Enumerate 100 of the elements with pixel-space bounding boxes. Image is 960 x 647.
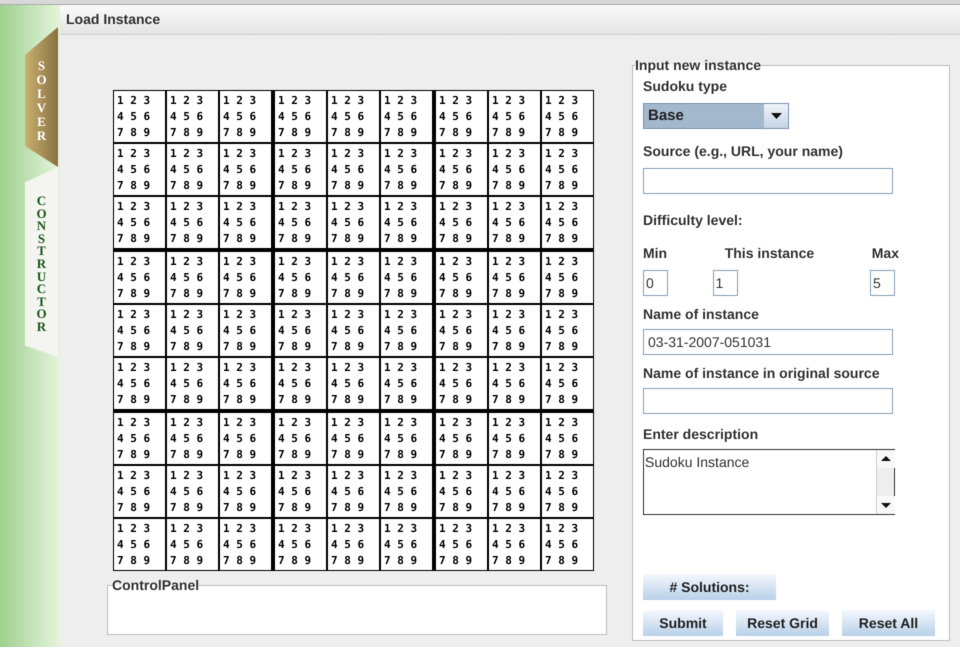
sudoku-cell[interactable]: 1 2 3 4 5 6 7 8 9 [328, 358, 379, 409]
sudoku-cell[interactable]: 1 2 3 4 5 6 7 8 9 [220, 197, 271, 248]
sudoku-cell[interactable]: 1 2 3 4 5 6 7 8 9 [542, 305, 593, 356]
sudoku-cell[interactable]: 1 2 3 4 5 6 7 8 9 [381, 413, 432, 464]
sudoku-cell[interactable]: 1 2 3 4 5 6 7 8 9 [167, 252, 218, 303]
this-instance-field[interactable]: 1 [712, 270, 738, 296]
sudoku-cell[interactable]: 1 2 3 4 5 6 7 8 9 [167, 413, 218, 464]
sudoku-cell[interactable]: 1 2 3 4 5 6 7 8 9 [489, 358, 540, 409]
field-label: Name of instance in original source [643, 364, 881, 383]
sudoku-cell[interactable]: 1 2 3 4 5 6 7 8 9 [114, 305, 165, 356]
caret-icon [770, 113, 782, 119]
sudoku-cell[interactable]: 1 2 3 4 5 6 7 8 9 [436, 466, 487, 517]
side-tab[interactable]: CONSTRUCTOR [25, 167, 58, 357]
sudoku-cell[interactable]: 1 2 3 4 5 6 7 8 9 [436, 358, 487, 409]
sudoku-cell[interactable]: 1 2 3 4 5 6 7 8 9 [489, 91, 540, 142]
sudoku-cell[interactable]: 1 2 3 4 5 6 7 8 9 [275, 358, 326, 409]
sudoku-cell[interactable]: 1 2 3 4 5 6 7 8 9 [114, 91, 165, 142]
scrollbar[interactable] [876, 450, 894, 514]
sudoku-cell[interactable]: 1 2 3 4 5 6 7 8 9 [275, 413, 326, 464]
sudoku-cell[interactable]: 1 2 3 4 5 6 7 8 9 [167, 519, 218, 570]
sudoku-cell[interactable]: 1 2 3 4 5 6 7 8 9 [381, 91, 432, 142]
sudoku-cell[interactable]: 1 2 3 4 5 6 7 8 9 [328, 252, 379, 303]
sudoku-cell[interactable]: 1 2 3 4 5 6 7 8 9 [381, 519, 432, 570]
sudoku-cell[interactable]: 1 2 3 4 5 6 7 8 9 [489, 305, 540, 356]
sudoku-cell[interactable]: 1 2 3 4 5 6 7 8 9 [275, 197, 326, 248]
min-field[interactable]: 0 [643, 270, 668, 296]
sudoku-cell[interactable]: 1 2 3 4 5 6 7 8 9 [542, 358, 593, 409]
sudoku-cell[interactable]: 1 2 3 4 5 6 7 8 9 [167, 197, 218, 248]
sudoku-cell[interactable]: 1 2 3 4 5 6 7 8 9 [220, 305, 271, 356]
description-field[interactable]: Sudoku Instance [643, 449, 895, 515]
original-name-field[interactable] [643, 388, 893, 414]
sudoku-cell[interactable]: 1 2 3 4 5 6 7 8 9 [114, 358, 165, 409]
sudoku-cell[interactable]: 1 2 3 4 5 6 7 8 9 [436, 519, 487, 570]
sudoku-cell[interactable]: 1 2 3 4 5 6 7 8 9 [220, 358, 271, 409]
sudoku-cell[interactable]: 1 2 3 4 5 6 7 8 9 [220, 91, 271, 142]
sudoku-cell[interactable]: 1 2 3 4 5 6 7 8 9 [381, 144, 432, 195]
sudoku-cell[interactable]: 1 2 3 4 5 6 7 8 9 [114, 144, 165, 195]
sudoku-cell[interactable]: 1 2 3 4 5 6 7 8 9 [542, 519, 593, 570]
sudoku-cell[interactable]: 1 2 3 4 5 6 7 8 9 [436, 413, 487, 464]
sudoku-cell[interactable]: 1 2 3 4 5 6 7 8 9 [114, 413, 165, 464]
sudoku-cell[interactable]: 1 2 3 4 5 6 7 8 9 [114, 466, 165, 517]
sudoku-cell[interactable]: 1 2 3 4 5 6 7 8 9 [542, 91, 593, 142]
solutions-button[interactable]: # Solutions: [643, 574, 776, 600]
sudoku-cell[interactable]: 1 2 3 4 5 6 7 8 9 [542, 413, 593, 464]
sudoku-cell[interactable]: 1 2 3 4 5 6 7 8 9 [489, 197, 540, 248]
sudoku-cell[interactable]: 1 2 3 4 5 6 7 8 9 [489, 519, 540, 570]
sudoku-cell[interactable]: 1 2 3 4 5 6 7 8 9 [275, 144, 326, 195]
sudoku-cell[interactable]: 1 2 3 4 5 6 7 8 9 [167, 144, 218, 195]
field-label: Source (e.g., URL, your name) [643, 142, 844, 161]
sudoku-cell[interactable]: 1 2 3 4 5 6 7 8 9 [220, 466, 271, 517]
sudoku-cell[interactable]: 1 2 3 4 5 6 7 8 9 [381, 305, 432, 356]
sudoku-cell[interactable]: 1 2 3 4 5 6 7 8 9 [489, 466, 540, 517]
sudoku-cell[interactable]: 1 2 3 4 5 6 7 8 9 [381, 252, 432, 303]
header-title: Load Instance [66, 10, 160, 29]
sudoku-cell[interactable]: 1 2 3 4 5 6 7 8 9 [167, 91, 218, 142]
sudoku-cell[interactable]: 1 2 3 4 5 6 7 8 9 [328, 466, 379, 517]
action-button[interactable]: Reset Grid [736, 610, 829, 636]
sudoku-cell[interactable]: 1 2 3 4 5 6 7 8 9 [381, 466, 432, 517]
sudoku-cell[interactable]: 1 2 3 4 5 6 7 8 9 [436, 305, 487, 356]
sudoku-cell[interactable]: 1 2 3 4 5 6 7 8 9 [275, 305, 326, 356]
sudoku-cell[interactable]: 1 2 3 4 5 6 7 8 9 [489, 144, 540, 195]
source-field[interactable] [643, 168, 893, 194]
sudoku-cell[interactable]: 1 2 3 4 5 6 7 8 9 [328, 519, 379, 570]
sudoku-cell[interactable]: 1 2 3 4 5 6 7 8 9 [220, 144, 271, 195]
sudoku-cell[interactable]: 1 2 3 4 5 6 7 8 9 [328, 144, 379, 195]
action-button[interactable]: Reset All [842, 610, 935, 636]
sudoku-cell[interactable]: 1 2 3 4 5 6 7 8 9 [489, 413, 540, 464]
sudoku-cell[interactable]: 1 2 3 4 5 6 7 8 9 [328, 413, 379, 464]
sudoku-cell[interactable]: 1 2 3 4 5 6 7 8 9 [328, 305, 379, 356]
sudoku-cell[interactable]: 1 2 3 4 5 6 7 8 9 [114, 197, 165, 248]
sudoku-cell[interactable]: 1 2 3 4 5 6 7 8 9 [328, 197, 379, 248]
sudoku-cell[interactable]: 1 2 3 4 5 6 7 8 9 [542, 144, 593, 195]
sudoku-cell[interactable]: 1 2 3 4 5 6 7 8 9 [436, 252, 487, 303]
max-field[interactable]: 5 [870, 270, 895, 296]
sudoku-cell[interactable]: 1 2 3 4 5 6 7 8 9 [114, 252, 165, 303]
sudoku-cell[interactable]: 1 2 3 4 5 6 7 8 9 [436, 144, 487, 195]
field-label: Enter description [643, 425, 760, 444]
sudoku-cell[interactable]: 1 2 3 4 5 6 7 8 9 [542, 466, 593, 517]
sudoku-cell[interactable]: 1 2 3 4 5 6 7 8 9 [542, 252, 593, 303]
sudoku-cell[interactable]: 1 2 3 4 5 6 7 8 9 [167, 358, 218, 409]
sudoku-cell[interactable]: 1 2 3 4 5 6 7 8 9 [489, 252, 540, 303]
sudoku-cell[interactable]: 1 2 3 4 5 6 7 8 9 [436, 91, 487, 142]
sudoku-cell[interactable]: 1 2 3 4 5 6 7 8 9 [275, 519, 326, 570]
sudoku-cell[interactable]: 1 2 3 4 5 6 7 8 9 [328, 91, 379, 142]
sudoku-cell[interactable]: 1 2 3 4 5 6 7 8 9 [167, 466, 218, 517]
action-button[interactable]: Submit [643, 610, 723, 636]
sudoku-cell[interactable]: 1 2 3 4 5 6 7 8 9 [436, 197, 487, 248]
sudoku-cell[interactable]: 1 2 3 4 5 6 7 8 9 [167, 305, 218, 356]
name-field[interactable]: 03-31-2007-051031 [643, 329, 893, 355]
sudoku-cell[interactable]: 1 2 3 4 5 6 7 8 9 [220, 252, 271, 303]
sudoku-cell[interactable]: 1 2 3 4 5 6 7 8 9 [381, 358, 432, 409]
sudoku-cell[interactable]: 1 2 3 4 5 6 7 8 9 [381, 197, 432, 248]
sudoku-cell[interactable]: 1 2 3 4 5 6 7 8 9 [275, 466, 326, 517]
sudoku-cell[interactable]: 1 2 3 4 5 6 7 8 9 [114, 519, 165, 570]
sudoku-cell[interactable]: 1 2 3 4 5 6 7 8 9 [542, 197, 593, 248]
type-dropdown[interactable]: Base [643, 103, 789, 129]
sudoku-cell[interactable]: 1 2 3 4 5 6 7 8 9 [220, 413, 271, 464]
sudoku-cell[interactable]: 1 2 3 4 5 6 7 8 9 [275, 252, 326, 303]
sudoku-cell[interactable]: 1 2 3 4 5 6 7 8 9 [275, 91, 326, 142]
sudoku-cell[interactable]: 1 2 3 4 5 6 7 8 9 [220, 519, 271, 570]
